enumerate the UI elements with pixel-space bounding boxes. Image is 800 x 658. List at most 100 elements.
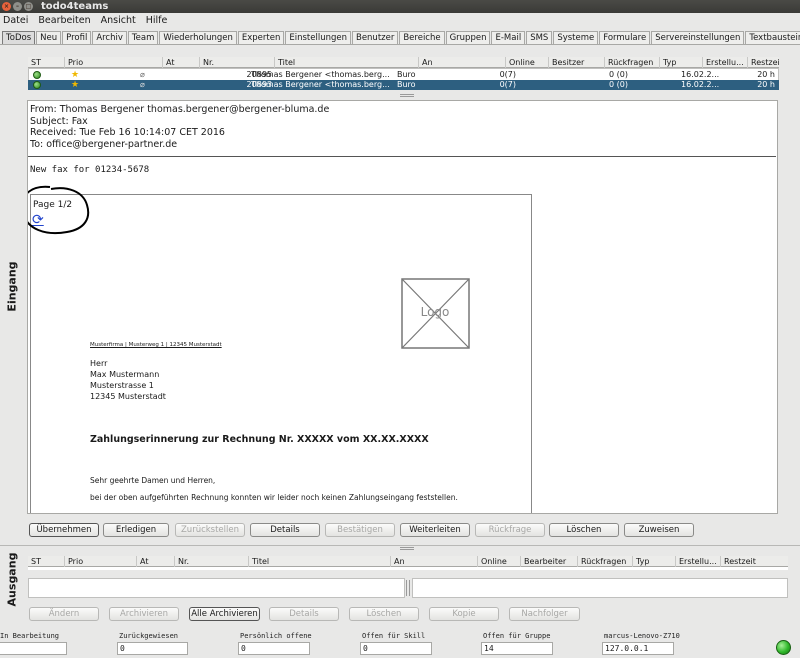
tab-formulare[interactable]: Formulare: [599, 31, 651, 44]
col-an[interactable]: An: [419, 57, 506, 68]
kopie-button[interactable]: Kopie: [429, 607, 499, 621]
menu-ansicht[interactable]: Ansicht: [101, 15, 136, 26]
col-at[interactable]: At: [137, 556, 175, 567]
split-handle-vertical[interactable]: [406, 580, 410, 596]
tab-profil[interactable]: Profil: [62, 31, 92, 44]
incoming-table-header: ST Prio At Nr. Titel An Online Besitzer …: [28, 57, 779, 68]
tab-systeme[interactable]: Systeme: [553, 31, 599, 44]
menu-bearbeiten[interactable]: Bearbeiten: [38, 15, 90, 26]
status-label-skill: Offen für Skill: [362, 632, 426, 640]
tab-gruppen[interactable]: Gruppen: [445, 31, 491, 44]
col-typ[interactable]: Typ: [633, 556, 676, 567]
table-row-selected[interactable]: ★ ⌀ 20893 Thomas Bergener <thomas.berg..…: [28, 80, 779, 90]
table-row[interactable]: ★ ⌀ 20895 Thomas Bergener <thomas.berg..…: [28, 70, 779, 80]
rueckfrage-button[interactable]: Rückfrage: [475, 523, 545, 537]
cell-an: Buro: [397, 70, 416, 79]
nachfolger-button[interactable]: Nachfolger: [509, 607, 580, 621]
tab-sms[interactable]: SMS: [526, 31, 553, 44]
tab-bereiche[interactable]: Bereiche: [399, 31, 445, 44]
letter-heading: Zahlungserinnerung zur Rechnung Nr. XXXX…: [90, 434, 429, 445]
col-besitzer[interactable]: Besitzer: [549, 57, 605, 68]
weiterleiten-button[interactable]: Weiterleiten: [400, 523, 470, 537]
letter-text: bei der oben aufgeführten Rechnung konnt…: [90, 493, 458, 502]
col-restzeit[interactable]: Restzeit: [721, 556, 788, 567]
col-erstellung[interactable]: Erstellu...: [703, 57, 748, 68]
col-typ[interactable]: Typ: [660, 57, 703, 68]
col-titel[interactable]: Titel: [275, 57, 419, 68]
menu-hilfe[interactable]: Hilfe: [146, 15, 168, 26]
aendern-button[interactable]: Ändern: [29, 607, 99, 621]
letter-greeting: Sehr geehrte Damen und Herren,: [90, 476, 216, 485]
col-an[interactable]: An: [391, 556, 478, 567]
details-out-button[interactable]: Details: [269, 607, 339, 621]
tab-archiv[interactable]: Archiv: [92, 31, 127, 44]
outgoing-table-header: ST Prio At Nr. Titel An Online Bearbeite…: [28, 556, 788, 567]
alle-archivieren-button[interactable]: Alle Archivieren: [189, 607, 260, 621]
split-handle[interactable]: [400, 547, 414, 550]
erledigen-button[interactable]: Erledigen: [103, 523, 169, 537]
main-tabs: ToDos Neu Profil Archiv Team Wiederholun…: [2, 31, 800, 44]
loeschen-out-button[interactable]: Löschen: [349, 607, 419, 621]
col-erstellung[interactable]: Erstellu...: [676, 556, 721, 567]
mail-headers: From: Thomas Bergener thomas.bergener@be…: [30, 104, 329, 150]
cell-titel: Thomas Bergener <thomas.berg...: [251, 80, 390, 89]
status-label-in-bearbeitung: In Bearbeitung: [0, 632, 60, 640]
archivieren-button[interactable]: Archivieren: [109, 607, 179, 621]
status-field-zurueckgewiesen: 0: [117, 642, 188, 655]
col-rueckfragen[interactable]: Rückfragen: [578, 556, 633, 567]
maximize-window-button[interactable]: □: [24, 2, 33, 11]
col-bearbeiter[interactable]: Bearbeiter: [521, 556, 578, 567]
split-handle[interactable]: [400, 94, 414, 97]
col-titel[interactable]: Titel: [249, 556, 391, 567]
annotation-circle: [28, 185, 90, 234]
tab-todos[interactable]: ToDos: [2, 31, 36, 44]
cell-online: 0(7): [499, 70, 516, 79]
tab-neu[interactable]: Neu: [36, 31, 62, 44]
mail-from: From: Thomas Bergener thomas.bergener@be…: [30, 104, 330, 115]
zuweisen-button[interactable]: Zuweisen: [624, 523, 694, 537]
attachment-icon: ⌀: [140, 80, 145, 89]
col-st[interactable]: ST: [28, 57, 65, 68]
menu-datei[interactable]: Datei: [3, 15, 28, 26]
status-light-icon: [33, 81, 41, 89]
status-field-in-bearbeitung: [0, 642, 67, 655]
details-button[interactable]: Details: [250, 523, 320, 537]
tab-servereinstellungen[interactable]: Servereinstellungen: [651, 31, 745, 44]
cell-erstellung: 16.02.2...: [681, 80, 720, 89]
bestaetigen-button[interactable]: Bestätigen: [325, 523, 395, 537]
col-prio[interactable]: Prio: [65, 556, 137, 567]
col-nr[interactable]: Nr.: [200, 57, 275, 68]
uebernehmen-button[interactable]: Übernehmen: [29, 523, 99, 537]
col-restzeit[interactable]: Restzeit: [748, 57, 779, 68]
col-prio[interactable]: Prio: [65, 57, 163, 68]
tab-team[interactable]: Team: [127, 31, 159, 44]
status-label-gruppe: Offen für Gruppe: [483, 632, 551, 640]
status-label-host: marcus-Lenovo-Z710: [604, 632, 680, 640]
outgoing-panel-label: Ausgang: [5, 552, 19, 607]
star-icon: ★: [71, 80, 80, 90]
tab-email[interactable]: E-Mail: [491, 31, 526, 44]
col-online[interactable]: Online: [506, 57, 549, 68]
cell-restzeit: 20 h: [757, 80, 775, 89]
close-window-button[interactable]: ×: [2, 2, 11, 11]
tab-textbausteine[interactable]: Textbausteine: [745, 31, 800, 44]
tab-einstellungen[interactable]: Einstellungen: [285, 31, 351, 44]
loeschen-button[interactable]: Löschen: [549, 523, 619, 537]
mail-scrollbar[interactable]: [777, 101, 778, 513]
mail-body: New fax for 01234-5678: [30, 165, 150, 175]
tab-wiederholungen[interactable]: Wiederholungen: [159, 31, 237, 44]
status-field-skill: 0: [360, 642, 432, 655]
col-nr[interactable]: Nr.: [175, 556, 249, 567]
tab-experten[interactable]: Experten: [237, 31, 285, 44]
star-icon: ★: [71, 70, 80, 80]
status-light-icon: [33, 71, 41, 79]
col-st[interactable]: ST: [28, 556, 65, 567]
col-online[interactable]: Online: [478, 556, 521, 567]
zurueckstellen-button[interactable]: Zurückstellen: [175, 523, 245, 537]
outgoing-table-body: [28, 567, 788, 570]
tab-benutzer[interactable]: Benutzer: [351, 31, 399, 44]
col-at[interactable]: At: [163, 57, 200, 68]
outgoing-preview-right: [412, 578, 788, 598]
col-rueckfragen[interactable]: Rückfragen: [605, 57, 660, 68]
minimize-window-button[interactable]: –: [13, 2, 22, 11]
